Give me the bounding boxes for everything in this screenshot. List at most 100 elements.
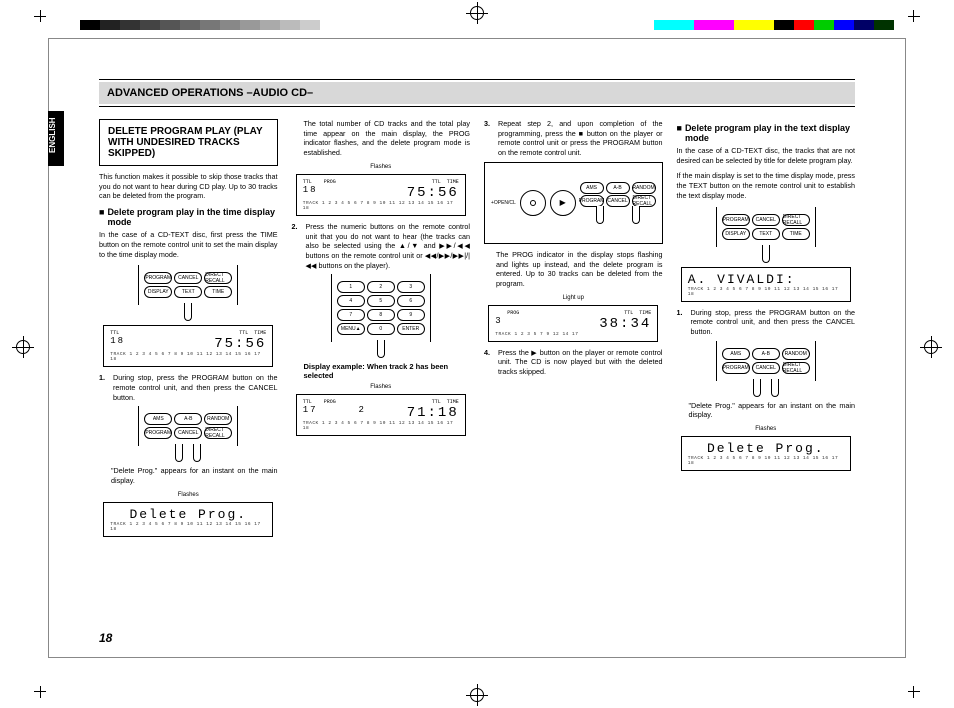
num-9-button: 9 bbox=[397, 309, 425, 321]
colorbar bbox=[80, 20, 320, 30]
finger-icon bbox=[184, 303, 192, 321]
num-0-button: 0 bbox=[367, 323, 395, 335]
cancel-button: CANCEL bbox=[174, 427, 202, 439]
num-4-button: 4 bbox=[337, 295, 365, 307]
body-text: In the case of a CD-TEXT disc, first pre… bbox=[99, 230, 278, 259]
direct-recall-button: DIRECT RECALL bbox=[782, 214, 810, 226]
cancel-button: CANCEL bbox=[752, 362, 780, 374]
random-button: RANDOM bbox=[782, 348, 810, 360]
colorbar bbox=[654, 20, 894, 30]
display-panel: Delete Prog. TRACK 1 2 3 4 5 6 7 8 9 10 … bbox=[103, 502, 273, 537]
subheading: ■Delete program play in the text display… bbox=[677, 123, 856, 143]
column-4: ■Delete program play in the text display… bbox=[677, 119, 856, 543]
direct-recall-button: DIRECT RECALL bbox=[782, 362, 810, 374]
num-6-button: 6 bbox=[397, 295, 425, 307]
body-text: In the case of a CD-TEXT disc, the track… bbox=[677, 146, 856, 165]
program-button: PROGRAM bbox=[144, 427, 172, 439]
ab-button: A-B bbox=[174, 413, 202, 425]
cancel-button: CANCEL bbox=[174, 272, 202, 284]
direct-recall-button: DIRECT RECALL bbox=[204, 272, 232, 284]
intro-text: This function makes it possible to skip … bbox=[99, 172, 278, 201]
feature-title: DELETE PROGRAM PLAY (PLAY WITH UNDESIRED… bbox=[99, 119, 278, 166]
player-diagram: +OPEN/CL AMSA-BRANDOM PROGRAMCANCELDIREC… bbox=[484, 162, 663, 244]
flashes-caption: Flashes bbox=[677, 426, 856, 432]
program-button: PROGRAM bbox=[144, 272, 172, 284]
ams-button: AMS bbox=[722, 348, 750, 360]
num-2-button: 2 bbox=[367, 281, 395, 293]
remote-diagram: PROGRAM CANCEL DIRECT RECALL DISPLAY TEX… bbox=[138, 265, 238, 321]
program-button: PROGRAM bbox=[722, 214, 750, 226]
body-text: The total number of CD tracks and the to… bbox=[292, 119, 471, 158]
display-panel: Delete Prog. TRACK 1 2 3 4 5 6 7 8 9 10 … bbox=[681, 436, 851, 471]
crop-mark bbox=[894, 16, 914, 36]
display-panel: TTL PROGTTL TIME 1875:56 TRACK 1 2 3 4 5… bbox=[296, 174, 466, 216]
registration-mark bbox=[924, 340, 938, 354]
enter-button: ENTER bbox=[397, 323, 425, 335]
remote-diagram: AMS A-B RANDOM PROGRAM CANCEL DIRECT REC… bbox=[138, 406, 238, 462]
flashes-caption: Flashes bbox=[292, 164, 471, 170]
finger-icon bbox=[596, 206, 604, 224]
program-button: PROGRAM bbox=[722, 362, 750, 374]
flashes-caption: Flashes bbox=[292, 384, 471, 390]
display-button: DISPLAY bbox=[144, 286, 172, 298]
text-button: TEXT bbox=[752, 228, 780, 240]
crop-mark bbox=[894, 672, 914, 692]
note-text: "Delete Prog." appears for an instant on… bbox=[99, 466, 278, 485]
display-button: DISPLAY bbox=[722, 228, 750, 240]
finger-icon bbox=[753, 379, 761, 397]
subheading: ■Delete program play in the time display… bbox=[99, 207, 278, 227]
numpad-diagram: 1 2 3 4 5 6 7 8 9 MENU▲ 0 ENTER bbox=[331, 274, 431, 358]
num-3-button: 3 bbox=[397, 281, 425, 293]
column-2: The total number of CD tracks and the to… bbox=[292, 119, 471, 543]
step-4: 4.Press the ▶ button on the player or re… bbox=[484, 348, 663, 377]
step-1: 1.During stop, press the PROGRAM button … bbox=[99, 373, 278, 402]
display-panel: A. VIVALDI: TRACK 1 2 3 4 5 6 7 8 9 10 1… bbox=[681, 267, 851, 302]
manual-page: ENGLISH ADVANCED OPERATIONS –AUDIO CD– D… bbox=[48, 38, 906, 658]
finger-icon bbox=[771, 379, 779, 397]
language-tab: ENGLISH bbox=[48, 111, 64, 166]
time-button: TIME bbox=[782, 228, 810, 240]
direct-recall-button: DIRECT RECALL bbox=[204, 427, 232, 439]
registration-mark bbox=[470, 688, 484, 702]
display-panel: TTLTTL TIME 1875:56 TRACK 1 2 3 4 5 6 7 … bbox=[103, 325, 273, 367]
crop-mark bbox=[40, 16, 60, 36]
finger-icon bbox=[632, 206, 640, 224]
column-1: DELETE PROGRAM PLAY (PLAY WITH UNDESIRED… bbox=[99, 119, 278, 543]
random-button: RANDOM bbox=[204, 413, 232, 425]
play-knob-icon bbox=[550, 190, 576, 216]
note-text: "Delete Prog." appears for an instant on… bbox=[677, 401, 856, 420]
cancel-button: CANCEL bbox=[752, 214, 780, 226]
crop-mark bbox=[40, 672, 60, 692]
ams-button: AMS bbox=[144, 413, 172, 425]
finger-icon bbox=[193, 444, 201, 462]
finger-icon bbox=[175, 444, 183, 462]
knob-icon bbox=[520, 190, 546, 216]
finger-icon bbox=[377, 340, 385, 358]
registration-mark bbox=[470, 6, 484, 20]
num-7-button: 7 bbox=[337, 309, 365, 321]
menu-button: MENU▲ bbox=[337, 323, 365, 335]
text-button: TEXT bbox=[174, 286, 202, 298]
registration-mark bbox=[16, 340, 30, 354]
num-1-button: 1 bbox=[337, 281, 365, 293]
body-text: The PROG indicator in the display stops … bbox=[484, 250, 663, 289]
step-2: 2.Press the numeric buttons on the remot… bbox=[292, 222, 471, 271]
display-panel: PROGTTL TIME 338:34 TRACK 1 2 3 5 7 9 12… bbox=[488, 305, 658, 342]
time-button: TIME bbox=[204, 286, 232, 298]
flashes-caption: Flashes bbox=[99, 492, 278, 498]
example-caption: Display example: When track 2 has been s… bbox=[292, 362, 471, 380]
step-1: 1.During stop, press the PROGRAM button … bbox=[677, 308, 856, 337]
section-heading: ADVANCED OPERATIONS –AUDIO CD– bbox=[99, 79, 855, 107]
remote-diagram: PROGRAM CANCEL DIRECT RECALL DISPLAY TEX… bbox=[716, 207, 816, 263]
num-8-button: 8 bbox=[367, 309, 395, 321]
page-number: 18 bbox=[99, 631, 112, 645]
step-3: 3.Repeat step 2, and upon completion of … bbox=[484, 119, 663, 158]
ab-button: A-B bbox=[752, 348, 780, 360]
body-text: If the main display is set to the time d… bbox=[677, 171, 856, 200]
num-5-button: 5 bbox=[367, 295, 395, 307]
display-panel: TTL PROGTTL TIME 17271:18 TRACK 1 2 3 4 … bbox=[296, 394, 466, 436]
section-heading-text: ADVANCED OPERATIONS –AUDIO CD– bbox=[99, 82, 855, 104]
column-3: 3.Repeat step 2, and upon completion of … bbox=[484, 119, 663, 543]
light-up-caption: Light up bbox=[484, 295, 663, 301]
remote-diagram: AMS A-B RANDOM PROGRAM CANCEL DIRECT REC… bbox=[716, 341, 816, 397]
